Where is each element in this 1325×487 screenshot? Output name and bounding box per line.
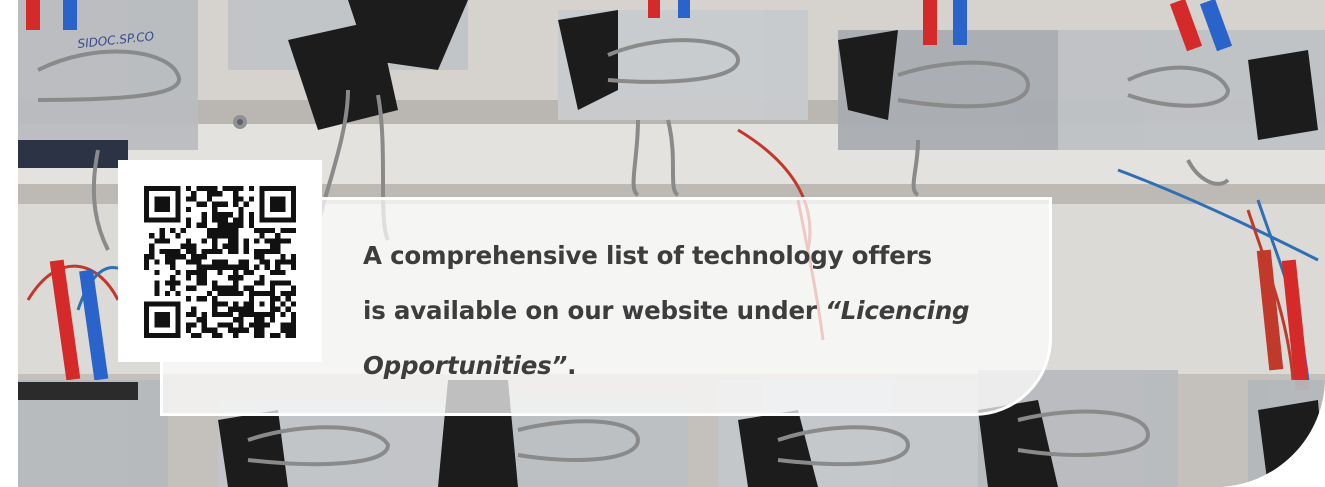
callout-link-text-end: Opportunities”: [363, 351, 568, 380]
callout-text: A comprehensive list of technology offer…: [363, 228, 983, 393]
qr-code-panel: [118, 160, 322, 362]
qr-code[interactable]: [144, 186, 296, 338]
callout-link-text-start: “Licencing: [825, 296, 970, 325]
callout-period: .: [567, 351, 577, 380]
callout-line-2: is available on our website under: [363, 296, 826, 325]
page: SIDOC.SP.CO A comprehensive list of tech…: [0, 0, 1325, 487]
callout-line-1: A comprehensive list of technology offer…: [363, 241, 932, 270]
